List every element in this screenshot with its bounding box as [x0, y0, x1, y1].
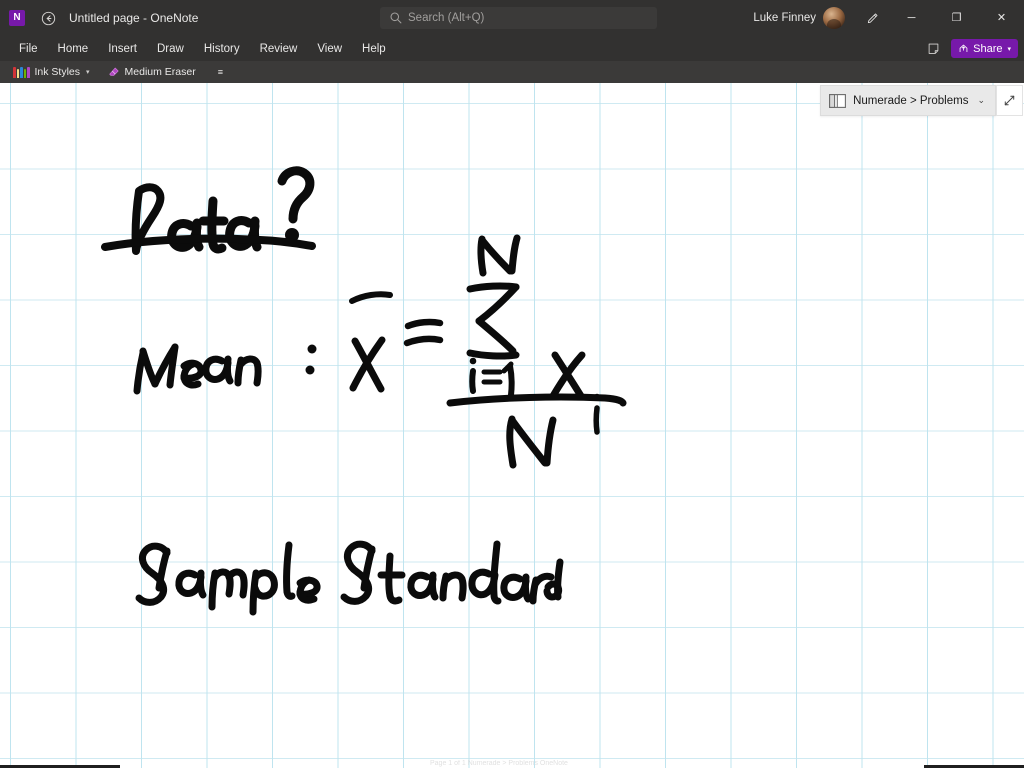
- tab-draw[interactable]: Draw: [148, 40, 193, 58]
- tab-review[interactable]: Review: [251, 40, 307, 58]
- eraser-label: Medium Eraser: [124, 66, 196, 78]
- ink-denominator-n: [506, 415, 557, 469]
- ink-xbar: [349, 291, 393, 393]
- close-button[interactable]: ✕: [979, 0, 1024, 36]
- share-label: Share: [973, 42, 1003, 55]
- notebook-icon: [829, 93, 847, 108]
- ink-fraction-bar: [446, 393, 627, 407]
- search-input[interactable]: [380, 7, 657, 29]
- tab-history[interactable]: History: [195, 40, 249, 58]
- titlebar-right-cluster: Luke Finney ─ ❐ ✕: [753, 0, 1024, 36]
- maximize-glyph: ❐: [951, 11, 962, 24]
- chevron-down-icon: ▾: [1007, 45, 1011, 53]
- expand-button[interactable]: [996, 85, 1023, 116]
- window-title: Untitled page - OneNote: [69, 11, 199, 25]
- share-icon: [959, 44, 968, 52]
- chevron-down-icon: ▾: [86, 69, 90, 76]
- breadcrumb[interactable]: Numerade > Problems ⌄: [820, 85, 996, 116]
- ink-toolbar: Ink Styles ▾ Medium Eraser ≡: [0, 61, 1024, 83]
- back-arrow-icon: [41, 11, 55, 25]
- medium-eraser-button[interactable]: Medium Eraser: [103, 64, 201, 80]
- breadcrumb-label: Numerade > Problems: [853, 94, 969, 107]
- pen-icon: [867, 13, 877, 23]
- avatar[interactable]: [823, 7, 845, 29]
- ink-heading-data: [131, 166, 315, 255]
- ink-styles-label: Ink Styles: [34, 66, 81, 78]
- back-button[interactable]: [35, 5, 61, 31]
- pens-icon: [13, 66, 30, 78]
- tab-help[interactable]: Help: [353, 40, 395, 58]
- tab-file[interactable]: File: [10, 40, 47, 58]
- maximize-button[interactable]: ❐: [934, 0, 979, 36]
- ink-equals: [403, 318, 444, 347]
- expand-diagonal-icon: [1004, 95, 1015, 106]
- ink-heading-underline: [101, 234, 316, 251]
- tab-home[interactable]: Home: [49, 40, 98, 58]
- onenote-logo-letter: N: [13, 12, 21, 23]
- title-bar: N Untitled page - OneNote Luke Finney: [0, 0, 1024, 36]
- sticky-note-button[interactable]: [922, 39, 944, 59]
- status-bar-text: Page 1 of 1 Numerade > Problems OneNote: [430, 760, 568, 767]
- ribbon-tab-bar: File Home Insert Draw History Review Vie…: [0, 36, 1024, 61]
- minimize-button[interactable]: ─: [889, 0, 934, 36]
- minimize-glyph: ─: [907, 11, 916, 24]
- ribbon-right-cluster: Share ▾: [922, 36, 1018, 61]
- ink-sigma-block: [466, 234, 521, 398]
- sticky-note-icon: [928, 43, 938, 54]
- ink-toolbar-overflow-button[interactable]: ≡: [213, 65, 228, 79]
- search-container[interactable]: [380, 7, 657, 29]
- tab-view[interactable]: View: [308, 40, 351, 58]
- status-bar: Page 1 of 1 Numerade > Problems OneNote: [0, 760, 1024, 768]
- overflow-glyph: ≡: [217, 67, 224, 77]
- eraser-icon: [108, 67, 119, 76]
- ink-layer: [101, 166, 627, 616]
- ink-xi-term: [549, 351, 601, 435]
- account-name[interactable]: Luke Finney: [753, 12, 816, 24]
- ink-mean-label: [133, 343, 317, 395]
- share-button[interactable]: Share ▾: [951, 39, 1018, 58]
- pen-settings-button[interactable]: [855, 0, 889, 36]
- ink-sample-standard: [135, 540, 564, 616]
- ink-styles-button[interactable]: Ink Styles ▾: [8, 64, 95, 80]
- tab-insert[interactable]: Insert: [99, 40, 146, 58]
- chevron-down-icon[interactable]: ⌄: [975, 95, 987, 106]
- onenote-logo-icon: N: [9, 10, 25, 26]
- note-canvas[interactable]: Numerade > Problems ⌄ Page 1 of 1 Numera…: [0, 83, 1024, 768]
- close-glyph: ✕: [996, 11, 1007, 24]
